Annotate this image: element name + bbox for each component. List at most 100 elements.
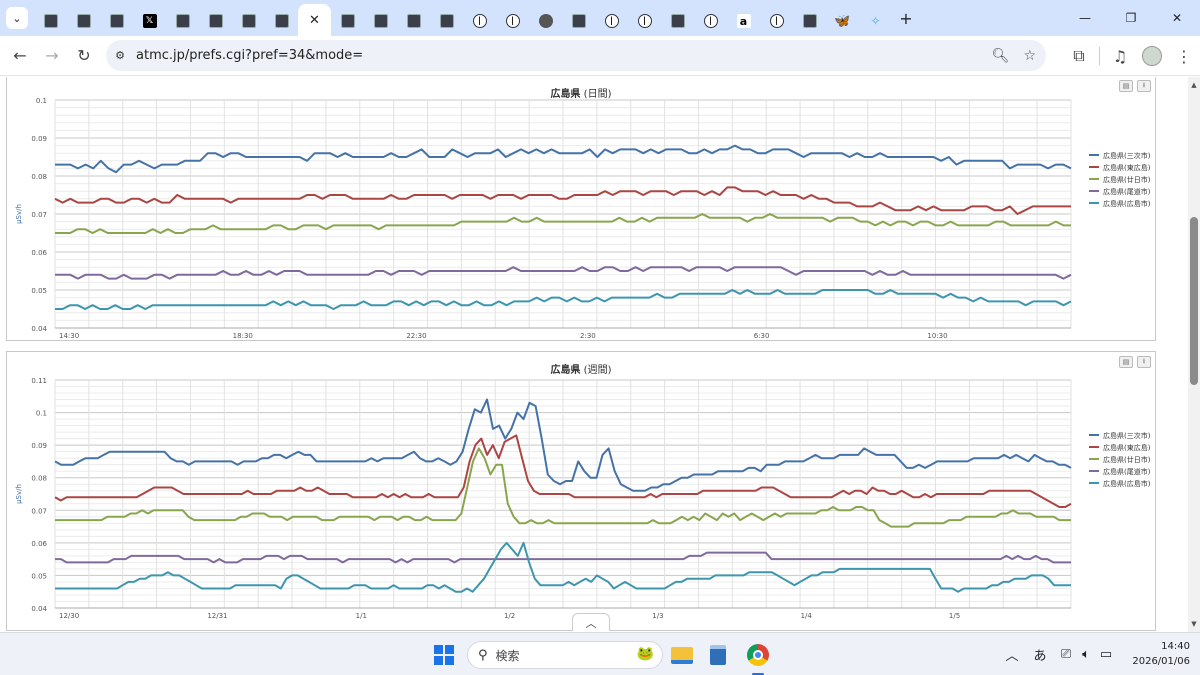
legend-item[interactable]: 広島県(広島市) [1103, 199, 1151, 208]
tab-13[interactable]: ǀ [463, 6, 496, 36]
info-circle-icon: ǀ [637, 14, 652, 28]
url-text[interactable]: atmc.jp/prefs.cgi?pref=34&mode= [136, 48, 363, 63]
tab-24[interactable]: 🦋 [826, 6, 859, 36]
legend-item[interactable]: 広島県(広島市) [1103, 479, 1151, 488]
file-explorer-icon[interactable] [668, 641, 696, 669]
x-tick-label: 14:30 [59, 332, 79, 340]
tab-10[interactable] [364, 6, 397, 36]
legend-item[interactable]: 広島県(廿日市) [1103, 455, 1151, 464]
x-tick-label: 18:30 [233, 332, 253, 340]
back-arrow-icon[interactable]: ← [4, 40, 36, 72]
restore-button[interactable]: ❐ [1108, 0, 1154, 36]
new-tab-button[interactable]: + [892, 4, 920, 32]
tab-3[interactable]: 𝕏 [133, 6, 166, 36]
tab-11[interactable] [397, 6, 430, 36]
tab-18[interactable]: ǀ [628, 6, 661, 36]
legend-item[interactable]: 広島県(三次市) [1103, 431, 1151, 440]
legend-item[interactable]: 広島県(廿日市) [1103, 175, 1151, 184]
profile-avatar-icon[interactable] [1136, 40, 1168, 72]
tab-0[interactable] [34, 6, 67, 36]
tab-12[interactable] [430, 6, 463, 36]
scroll-up-arrow-icon[interactable]: ▲ [1188, 79, 1200, 91]
y-tick-label: 0.05 [31, 572, 47, 580]
legend-item[interactable]: 広島県(東広島) [1103, 163, 1151, 172]
close-window-button[interactable]: ✕ [1154, 0, 1200, 36]
tab-list: 𝕏 ✕ ǀ ǀ ǀ ǀ ǀ a ǀ 🦋 ✧ [34, 0, 892, 36]
x-tick-label: 1/1 [356, 612, 367, 620]
start-button[interactable] [430, 641, 458, 669]
tab-active[interactable]: ✕ [298, 4, 331, 36]
extensions-puzzle-icon[interactable]: ⧉ [1063, 40, 1095, 72]
tab-6[interactable] [232, 6, 265, 36]
clock-time: 14:40 [1161, 641, 1190, 652]
tab-4[interactable] [166, 6, 199, 36]
tab-close-icon: ✕ [309, 12, 320, 28]
tab-9[interactable] [331, 6, 364, 36]
butterfly-icon: 🦋 [834, 13, 851, 29]
atmc-favicon-icon [43, 14, 58, 28]
clock[interactable]: 14:40 2026/01/06 [1132, 639, 1190, 669]
tab-search-chevron-icon[interactable]: ⌄ [6, 7, 28, 29]
y-tick-label: 0.04 [31, 325, 47, 333]
tab-2[interactable] [100, 6, 133, 36]
page-scrollbar[interactable]: ▲ ▼ [1188, 77, 1200, 632]
tab-23[interactable] [793, 6, 826, 36]
toolbar-right: ⧉ ♫ ⋮ [1063, 40, 1200, 72]
bookmark-star-icon[interactable]: ☆ [1023, 48, 1036, 64]
x-tick-label: 1/3 [652, 612, 663, 620]
media-control-icon[interactable]: ♫ [1104, 40, 1136, 72]
site-settings-icon[interactable]: ⚙ [106, 49, 134, 62]
browser-toolbar: ← → ↻ ⚙ atmc.jp/prefs.cgi?pref=34&mode= … [0, 36, 1200, 76]
battery-icon[interactable]: ▭ [1096, 647, 1116, 662]
reload-icon[interactable]: ↻ [68, 40, 100, 72]
taskbar-search[interactable]: ⚲ 検索 🐸 [467, 641, 663, 669]
sparkle-icon: ✧ [870, 14, 881, 28]
atmc-favicon-icon [571, 14, 586, 28]
chrome-icon[interactable] [744, 641, 772, 669]
y-axis-label: μSv/h [15, 484, 23, 504]
forward-arrow-icon[interactable]: → [36, 40, 68, 72]
scroll-down-arrow-icon[interactable]: ▼ [1188, 618, 1200, 630]
tab-15[interactable] [529, 6, 562, 36]
ime-indicator[interactable]: あ [1028, 645, 1052, 664]
tab-16[interactable] [562, 6, 595, 36]
atmc-favicon-icon [208, 14, 223, 28]
tab-20[interactable]: ǀ [694, 6, 727, 36]
x-tick-label: 1/4 [801, 612, 813, 620]
scroll-to-top-button[interactable]: ︿ [572, 613, 610, 631]
x-logo-icon: 𝕏 [142, 14, 157, 28]
network-icon[interactable]: ⎚ [1056, 647, 1076, 662]
tray-chevron-up-icon[interactable]: ︿ [1002, 645, 1022, 664]
legend-item[interactable]: 広島県(尾道市) [1103, 187, 1151, 196]
address-bar[interactable]: ⚙ atmc.jp/prefs.cgi?pref=34&mode= 🔍︎ ☆ [106, 40, 1046, 71]
tab-25[interactable]: ✧ [859, 6, 892, 36]
toolbar-divider [1099, 47, 1100, 65]
zoom-icon[interactable]: 🔍︎ [992, 48, 1010, 64]
legend-item[interactable]: 広島県(東広島) [1103, 443, 1151, 452]
x-tick-label: 12/31 [207, 612, 227, 620]
scrollbar-thumb[interactable] [1190, 217, 1198, 385]
tab-19[interactable] [661, 6, 694, 36]
tab-22[interactable]: ǀ [760, 6, 793, 36]
amazon-icon: a [736, 14, 751, 28]
y-axis-label: μSv/h [15, 204, 23, 224]
browser-menu-icon[interactable]: ⋮ [1168, 40, 1200, 72]
tab-17[interactable]: ǀ [595, 6, 628, 36]
x-tick-label: 10:30 [927, 332, 947, 340]
y-tick-label: 0.1 [36, 97, 47, 105]
notepad-icon[interactable] [704, 641, 732, 669]
y-tick-label: 0.07 [31, 211, 47, 219]
tab-14[interactable]: ǀ [496, 6, 529, 36]
tab-7[interactable] [265, 6, 298, 36]
tab-1[interactable] [67, 6, 100, 36]
atmc-favicon-icon [175, 14, 190, 28]
tab-5[interactable] [199, 6, 232, 36]
tab-21[interactable]: a [727, 6, 760, 36]
volume-icon[interactable]: 🔈︎ [1076, 647, 1096, 662]
atmc-favicon-icon [373, 14, 388, 28]
minimize-button[interactable]: — [1062, 0, 1108, 36]
taskbar: ⚲ 検索 🐸 ︿ あ ⎚ 🔈︎ ▭ 14:40 2026/01/06 [0, 632, 1200, 675]
atmc-favicon-icon [340, 14, 355, 28]
legend-item[interactable]: 広島県(尾道市) [1103, 467, 1151, 476]
legend-item[interactable]: 広島県(三次市) [1103, 151, 1151, 160]
